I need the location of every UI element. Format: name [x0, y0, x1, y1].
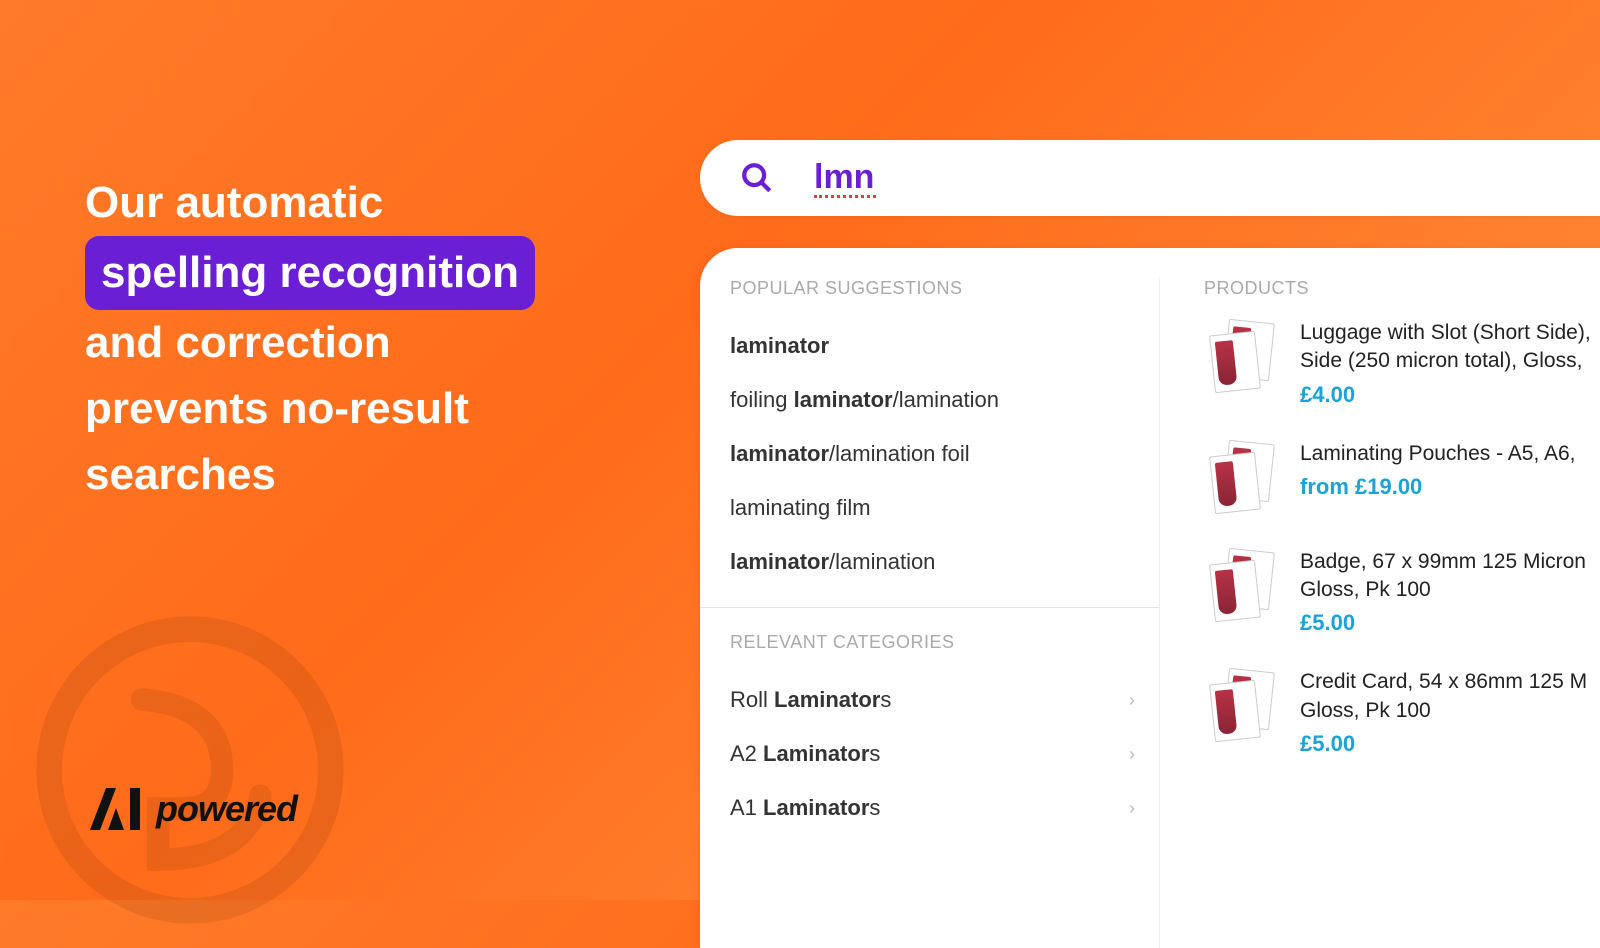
search-input[interactable]: [814, 158, 1274, 197]
spellcheck-underline: [814, 195, 876, 198]
chevron-right-icon: ›: [1129, 690, 1135, 711]
product-price: £4.00: [1300, 382, 1600, 408]
product-title: Luggage with Slot (Short Side), Side (25…: [1300, 319, 1600, 376]
ai-powered-text: powered: [156, 788, 297, 830]
ai-logo-icon: [90, 788, 142, 830]
product-thumbnail: [1204, 319, 1280, 395]
ai-powered-logo: powered: [90, 788, 297, 830]
marketing-highlight: spelling recognition: [85, 236, 535, 310]
divider: [700, 607, 1159, 608]
categories-header: RELEVANT CATEGORIES: [730, 632, 1159, 653]
product-item[interactable]: Luggage with Slot (Short Side), Side (25…: [1204, 319, 1600, 408]
search-icon: [740, 161, 774, 195]
suggestion-item[interactable]: laminator/lamination foil: [730, 427, 1159, 481]
search-panel: POPULAR SUGGESTIONS laminator foiling la…: [700, 140, 1600, 948]
search-dropdown: POPULAR SUGGESTIONS laminator foiling la…: [700, 248, 1600, 948]
chevron-right-icon: ›: [1129, 798, 1135, 819]
product-thumbnail: [1204, 668, 1280, 744]
marketing-line-1: Our automatic: [85, 170, 535, 236]
product-thumbnail: [1204, 440, 1280, 516]
category-item[interactable]: Roll Laminators ›: [730, 673, 1159, 727]
suggestions-header: POPULAR SUGGESTIONS: [730, 278, 1159, 299]
product-item[interactable]: Credit Card, 54 x 86mm 125 M Gloss, Pk 1…: [1204, 668, 1600, 757]
watermark-circle: [30, 610, 350, 930]
category-item[interactable]: A2 Laminators ›: [730, 727, 1159, 781]
marketing-line-5: searches: [85, 442, 535, 508]
product-thumbnail: [1204, 548, 1280, 624]
suggestion-item[interactable]: foiling laminator/lamination: [730, 373, 1159, 427]
products-header: PRODUCTS: [1204, 278, 1600, 299]
suggestion-item[interactable]: laminator: [730, 319, 1159, 373]
marketing-line-4: prevents no-result: [85, 376, 535, 442]
product-title: Badge, 67 x 99mm 125 Micron Gloss, Pk 10…: [1300, 548, 1600, 605]
marketing-line-3: and correction: [85, 310, 535, 376]
product-price: £5.00: [1300, 731, 1600, 757]
product-price: from £19.00: [1300, 474, 1576, 500]
suggestion-item[interactable]: laminating film: [730, 481, 1159, 535]
product-price: £5.00: [1300, 610, 1600, 636]
product-title: Credit Card, 54 x 86mm 125 M Gloss, Pk 1…: [1300, 668, 1600, 725]
search-bar[interactable]: [700, 140, 1600, 216]
chevron-right-icon: ›: [1129, 744, 1135, 765]
marketing-headline: Our automatic spelling recognition and c…: [85, 170, 535, 508]
product-item[interactable]: Badge, 67 x 99mm 125 Micron Gloss, Pk 10…: [1204, 548, 1600, 637]
suggestion-item[interactable]: laminator/lamination: [730, 535, 1159, 589]
product-title: Laminating Pouches - A5, A6,: [1300, 440, 1576, 468]
category-item[interactable]: A1 Laminators ›: [730, 781, 1159, 835]
product-item[interactable]: Laminating Pouches - A5, A6, from £19.00: [1204, 440, 1600, 516]
